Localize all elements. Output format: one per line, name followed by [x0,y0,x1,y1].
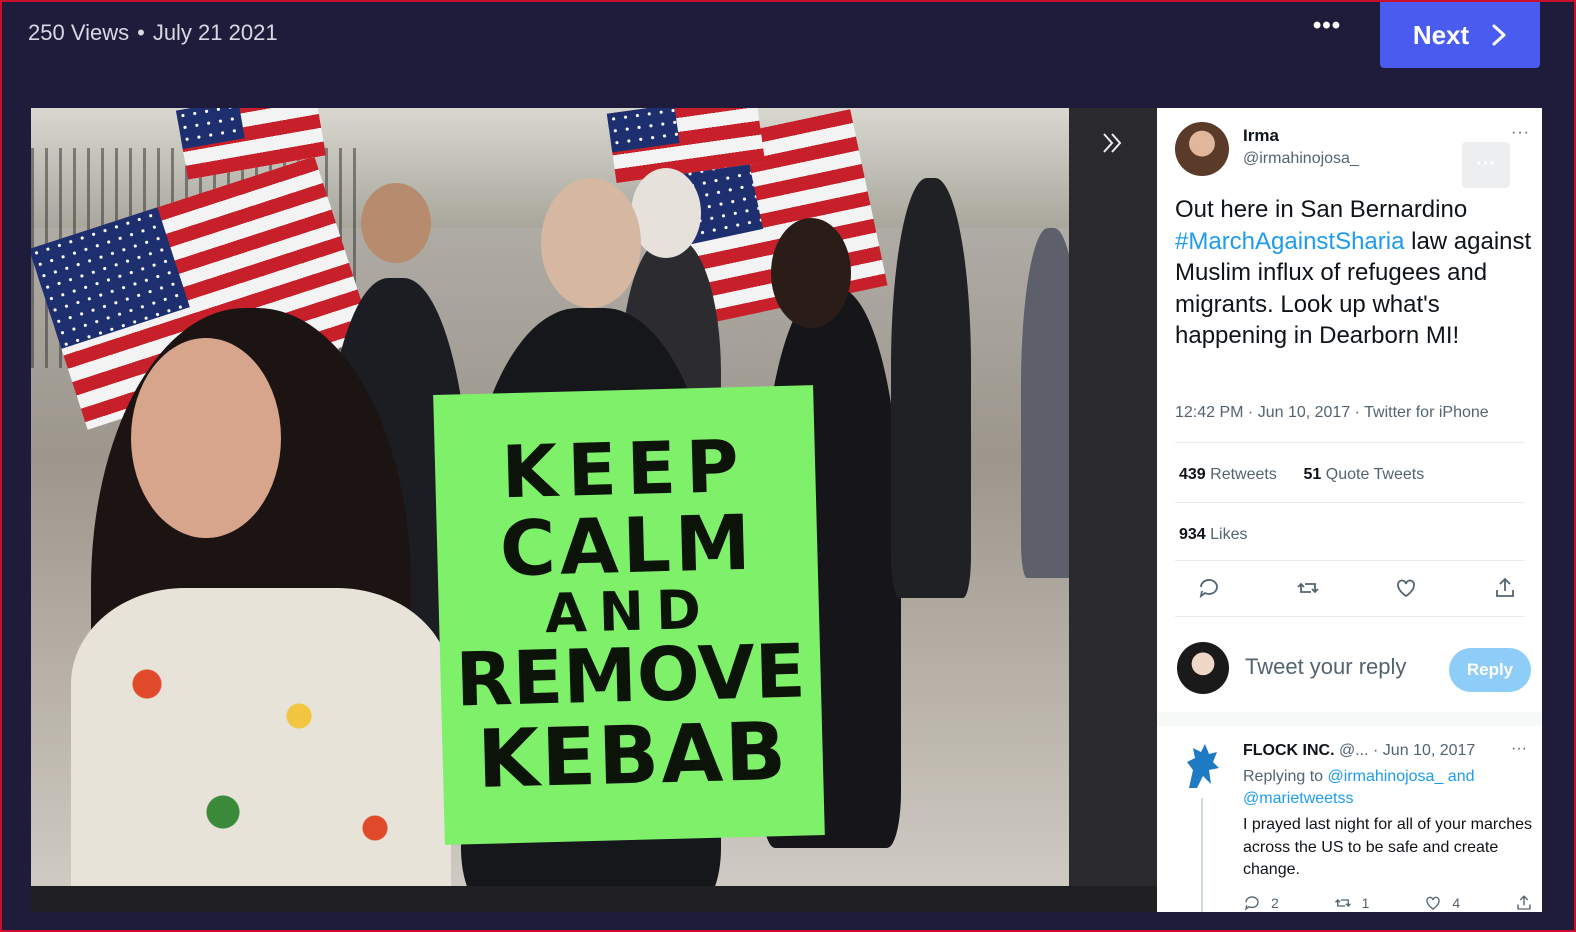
person-woman-face [131,338,281,538]
view-count: 250 Views [28,20,130,45]
reply-retweet-action[interactable]: 1 [1334,894,1370,912]
tweet-text-start: Out here in San Bernardino [1175,196,1468,223]
separator-dot: • [137,20,145,45]
share-icon[interactable] [1493,576,1517,600]
person-cap-head [361,183,431,263]
tweet-overlay-more-icon[interactable]: ··· [1462,142,1510,188]
person-old-man-head [631,168,701,258]
section-separator [1157,712,1542,726]
tweet-author-name[interactable]: Irma [1243,126,1279,146]
reply-like-action[interactable]: 4 [1424,894,1460,912]
quotes-count: 51 [1303,466,1322,483]
reply-likes-count: 4 [1452,895,1461,911]
reply-input[interactable]: Tweet your reply [1245,654,1406,680]
retweets-count: 439 [1179,466,1206,483]
retweet-icon[interactable] [1296,576,1320,600]
next-button[interactable]: Next [1380,2,1540,68]
mention-link-1[interactable]: @irmahinojosa_ [1328,768,1444,785]
post-photo[interactable]: KEEP CALM AND REMOVE KEBAB [31,108,1069,886]
flock-lion-logo-icon[interactable] [1179,740,1225,792]
composer-avatar [1177,642,1229,694]
divider [1175,616,1525,617]
replying-to: Replying to @irmahinojosa_ and @marietwe… [1243,766,1513,810]
reply-header: FLOCK INC. @... · Jun 10, 2017 [1243,742,1475,760]
divider [1175,442,1525,443]
replying-to-label: Replying to [1243,768,1328,785]
tweet-meta[interactable]: 12:42 PM · Jun 10, 2017 · Twitter for iP… [1175,404,1489,422]
tweet-actions [1197,576,1517,600]
person-far-right [891,178,971,598]
reply-more-icon[interactable]: ··· [1511,740,1527,758]
reply-button[interactable]: Reply [1449,648,1531,692]
reply-author-handle[interactable]: @... [1335,742,1369,759]
chevron-right-icon [1492,24,1506,46]
more-options-button[interactable]: ••• [1302,12,1352,48]
likes-count: 934 [1179,526,1206,543]
person-bald-man-head [541,178,641,308]
person-woman-dress [71,588,451,886]
reply-replies-count: 2 [1271,895,1279,911]
retweets-link[interactable]: 439 Retweets [1179,466,1277,483]
view-info: 250 Views • July 21 2021 [28,20,278,46]
dimmed-footer-row [31,886,1157,912]
protest-sign: KEEP CALM AND REMOVE KEBAB [433,385,825,845]
reply-share-action[interactable] [1515,894,1533,912]
divider [1175,560,1525,561]
reply-body: I prayed last night for all of your marc… [1243,816,1533,878]
reply-retweets-count: 1 [1361,895,1370,911]
tweet-author-avatar[interactable] [1175,122,1229,176]
top-bar: 250 Views • July 21 2021 ••• Next [2,2,1574,72]
reply-date[interactable]: · Jun 10, 2017 [1369,742,1475,759]
likes-label: Likes [1205,526,1248,543]
double-chevron-right-icon[interactable] [1099,130,1125,163]
reply-actions: 2 1 4 [1243,894,1533,912]
tweet-card: Irma @irmahinojosa_ ··· ··· Out here in … [1157,108,1542,912]
share-icon [1517,895,1531,910]
reply-author-name[interactable]: FLOCK INC. [1243,742,1335,759]
tweet-author-handle[interactable]: @irmahinojosa_ [1243,150,1359,168]
tweet-hashtag-link[interactable]: #MarchAgainstSharia [1175,228,1404,255]
next-label: Next [1412,19,1470,50]
reply-reply-action[interactable]: 2 [1243,894,1279,912]
tweet-text: Out here in San Bernardino #MarchAgainst… [1175,194,1535,352]
reply-icon [1244,896,1259,911]
mention-and: and [1443,768,1475,785]
sign-line-2: CALM [498,497,756,594]
mention-link-2[interactable]: @marietweetss [1243,790,1354,807]
reply-icon[interactable] [1197,576,1221,600]
dimmed-background-strip [1069,108,1157,886]
tweet-more-icon[interactable]: ··· [1511,124,1530,142]
person-far-right-2 [1021,228,1069,578]
retweet-icon [1334,899,1351,907]
divider [1175,502,1525,503]
retweets-label: Retweets [1205,466,1277,483]
person-right-woman-head [771,218,851,328]
quotes-label: Quote Tweets [1321,466,1425,483]
thread-line [1201,798,1203,912]
like-icon[interactable] [1394,576,1418,600]
likes-link[interactable]: 934 Likes [1179,526,1248,544]
quote-tweets-link[interactable]: 51 Quote Tweets [1304,466,1425,483]
post-date: July 21 2021 [152,20,278,45]
tweet-stats: 439 Retweets 51 Quote Tweets [1179,466,1424,484]
reply-composer: Tweet your reply Reply [1157,628,1542,712]
like-icon [1426,896,1440,910]
sign-line-5: KEBAB [476,704,790,806]
